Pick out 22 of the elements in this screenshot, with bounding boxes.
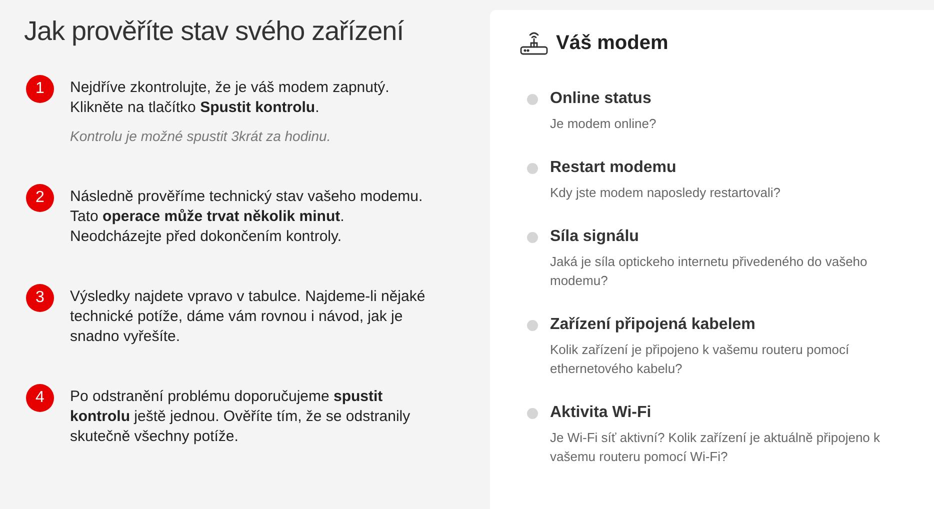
step-text: Po odstranění problému doporučujeme spustit kontrolu ještě jednou. Ověříte tím, že se odstranily skutečně všechny potíže.: [70, 387, 412, 447]
check-description: Je modem online?: [550, 115, 658, 133]
check-title: Aktivita Wi-Fi: [550, 403, 652, 423]
check-title: Restart modemu: [550, 158, 678, 178]
step-note: Kontrolu je možné spustit 3krát za hodinu.: [70, 127, 332, 146]
page-heading: Jak prověříte stav svého zařízení: [24, 15, 404, 48]
step-text: Výsledky najdete vpravo v tabulce. Najdeme-li nějaké technické potíže, dáme vám rovnou i návod, jak je snadno vyřešíte.: [70, 287, 426, 347]
step-text: Nejdříve zkontrolujte, že je váš modem zapnutý. Klikněte na tlačítko Spustit kontrolu.: [70, 78, 390, 118]
step-text: Následně prověříme technický stav vašeho modemu. Tato operace může trvat několik minut. Neodcházejte před dokončením kontroly.: [70, 187, 424, 247]
check-title: Zařízení připojená kabelem: [550, 315, 756, 335]
step-number: 3: [26, 284, 54, 312]
check-description: Jaká je síla optickeho internetu přivedeného do vašeho modemu?: [550, 253, 868, 290]
check-description: Je Wi-Fi síť aktivní? Kolik zařízení je aktuálně připojeno k vašemu routeru pomocí Wi-Fi?: [550, 429, 882, 466]
check-description: Kdy jste modem naposledy restartovali?: [550, 184, 782, 202]
step-number: 4: [26, 384, 54, 412]
check-description: Kolik zařízení je připojeno k vašemu routeru pomocí ethernetového kabelu?: [550, 341, 850, 378]
check-title: Síla signálu: [550, 227, 640, 247]
step-number: 2: [26, 184, 54, 212]
check-title: Online status: [550, 89, 652, 109]
step-number: 1: [26, 75, 54, 103]
router-icon: [520, 30, 548, 56]
card-title: Váš modem: [556, 31, 668, 56]
